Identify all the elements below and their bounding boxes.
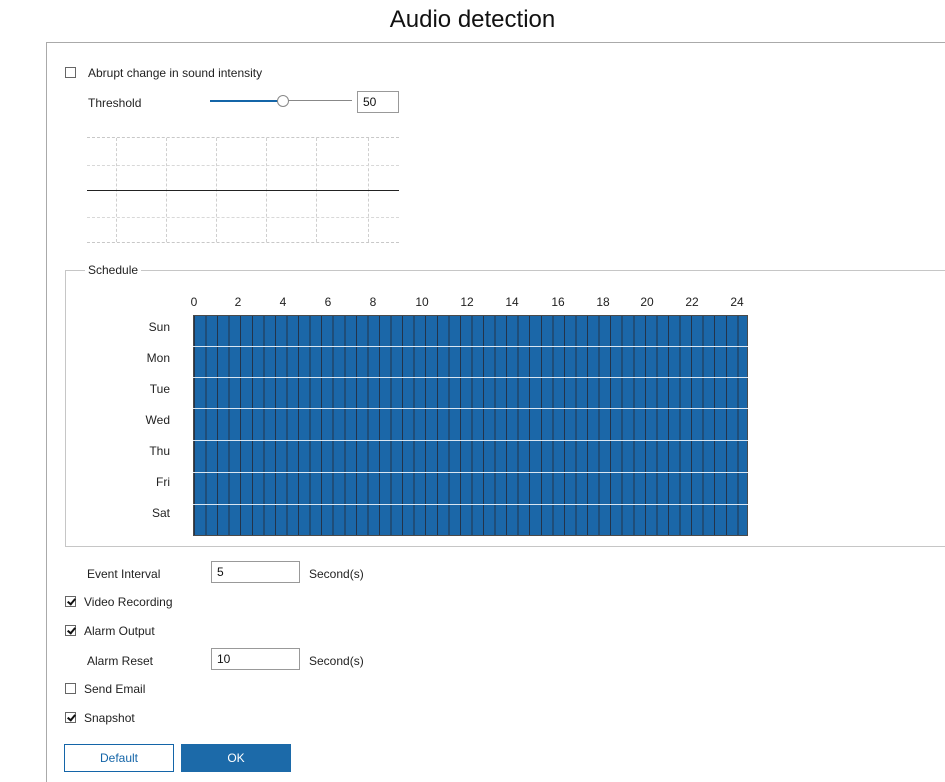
hour-label: 2: [234, 295, 242, 309]
alarm-reset-unit: Second(s): [309, 654, 364, 668]
send-email-checkbox[interactable]: [65, 683, 76, 694]
graph-gridline: [87, 165, 399, 166]
hour-label: 12: [460, 295, 474, 309]
snapshot-checkbox[interactable]: [65, 712, 76, 723]
threshold-slider[interactable]: [210, 95, 352, 107]
alarm-output-label: Alarm Output: [84, 624, 155, 638]
graph-gridline: [87, 217, 399, 218]
day-label-tue: Tue: [149, 382, 170, 396]
default-button[interactable]: Default: [64, 744, 174, 772]
event-interval-input[interactable]: 5: [211, 561, 300, 583]
ok-button[interactable]: OK: [181, 744, 291, 772]
threshold-slider-thumb[interactable]: [277, 95, 289, 107]
threshold-line: [87, 190, 399, 191]
alarm-output-checkbox[interactable]: [65, 625, 76, 636]
page-title: Audio detection: [389, 6, 556, 33]
hour-label: 24: [730, 295, 744, 309]
alarm-reset-label: Alarm Reset: [87, 654, 154, 668]
day-label-fri: Fri: [156, 475, 170, 489]
schedule-row-separator: [193, 504, 748, 505]
day-label-sun: Sun: [148, 320, 170, 334]
threshold-input[interactable]: 50: [357, 91, 399, 113]
alarm-reset-input[interactable]: 10: [211, 648, 300, 670]
schedule-row-separator: [193, 377, 748, 378]
schedule-legend: Schedule: [85, 263, 142, 277]
schedule-row-separator: [193, 346, 748, 347]
day-label-sat: Sat: [151, 506, 170, 520]
schedule-grid[interactable]: [193, 315, 748, 536]
threshold-slider-fill: [210, 100, 282, 102]
hour-label: 16: [551, 295, 565, 309]
video-recording-label: Video Recording: [84, 595, 173, 609]
day-label-thu: Thu: [149, 444, 170, 458]
sound-intensity-graph: [87, 137, 399, 243]
snapshot-label: Snapshot: [84, 711, 135, 725]
abrupt-change-checkbox[interactable]: [65, 67, 76, 78]
hour-label: 18: [596, 295, 610, 309]
hour-label: 6: [324, 295, 332, 309]
hour-label: 14: [505, 295, 519, 309]
schedule-row-separator: [193, 440, 748, 441]
hour-label: 0: [190, 295, 198, 309]
video-recording-checkbox[interactable]: [65, 596, 76, 607]
day-label-wed: Wed: [145, 413, 170, 427]
hour-label: 20: [640, 295, 654, 309]
threshold-label: Threshold: [88, 96, 142, 110]
hour-label: 22: [685, 295, 699, 309]
day-label-mon: Mon: [146, 351, 170, 365]
hour-label: 8: [369, 295, 377, 309]
event-interval-label: Event Interval: [87, 567, 161, 581]
schedule-row-separator: [193, 472, 748, 473]
threshold-slider-track: [282, 100, 352, 101]
send-email-label: Send Email: [84, 682, 146, 696]
hour-label: 10: [415, 295, 429, 309]
event-interval-unit: Second(s): [309, 567, 364, 581]
abrupt-change-label: Abrupt change in sound intensity: [88, 66, 263, 80]
hour-label: 4: [279, 295, 287, 309]
schedule-row-separator: [193, 408, 748, 409]
